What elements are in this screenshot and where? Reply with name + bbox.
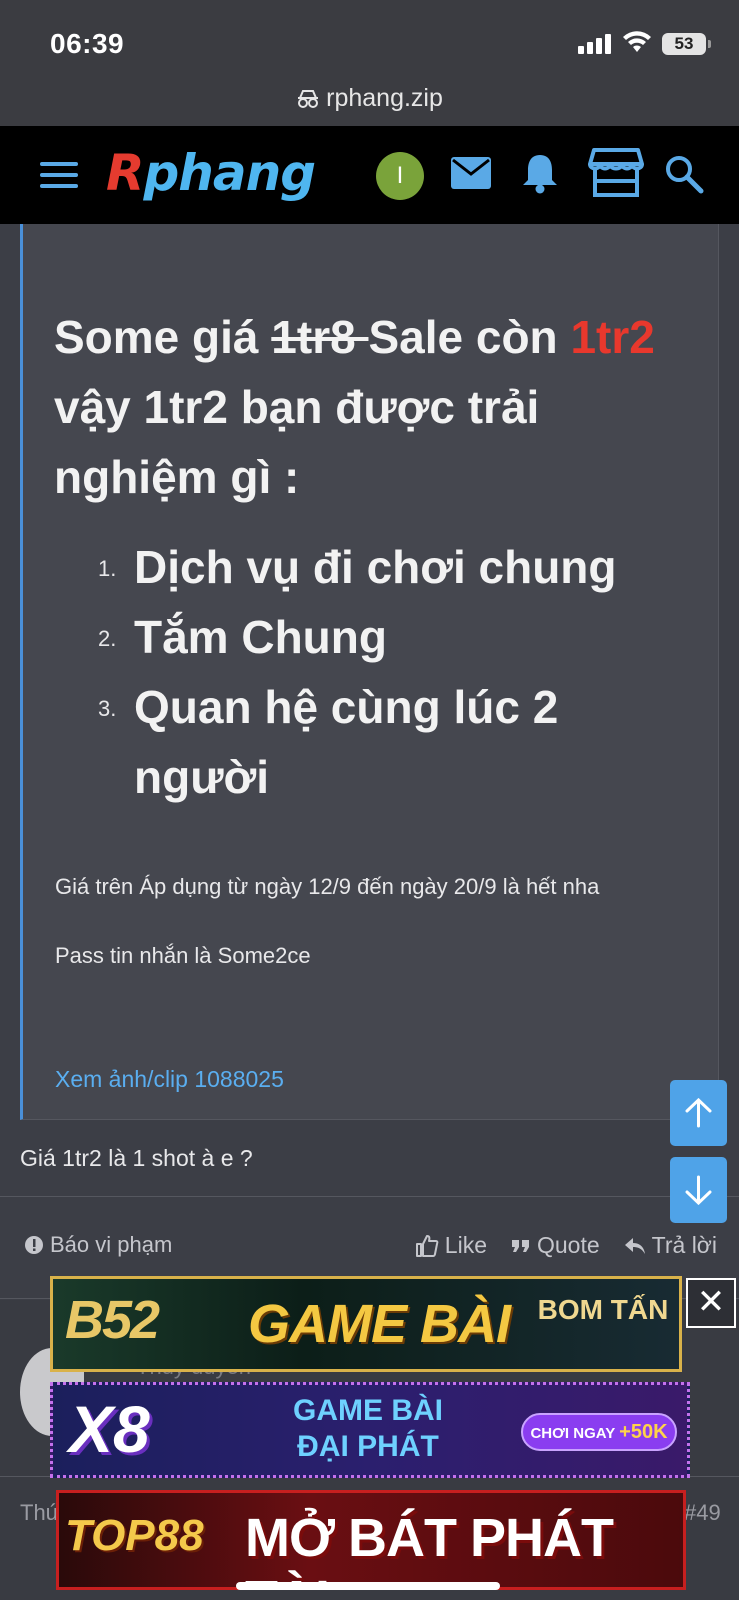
signal-icon — [578, 34, 614, 54]
alert-icon — [25, 1236, 43, 1254]
post-actions: Like Quote Trả lời — [415, 1232, 717, 1259]
home-indicator — [236, 1582, 500, 1590]
price-note: Giá trên Áp dụng từ ngày 12/9 đến ngày 2… — [55, 874, 600, 899]
x8-logo: X8 — [69, 1392, 150, 1466]
mail-icon[interactable] — [450, 156, 492, 190]
status-bar: 06:39 53 — [0, 0, 739, 80]
sale-price: 1tr2 — [570, 311, 655, 363]
list-text: Quan hệ cùng lúc 2 người — [134, 681, 559, 803]
ad-banner-top88[interactable]: TOP88 MỞ BÁT PHÁT TÀI — [56, 1490, 686, 1590]
like-icon — [415, 1234, 439, 1257]
report-label: Báo vi phạm — [50, 1232, 173, 1257]
list-number: 3. — [98, 696, 117, 721]
logo-letter-r: R — [106, 144, 145, 202]
user-avatar[interactable]: I — [376, 152, 424, 200]
list-number: 1. — [98, 556, 117, 581]
ad-banner-x8[interactable]: X8 GAME BÀI ĐẠI PHÁT CHƠI NGAY +50K — [50, 1382, 690, 1478]
x8-main-text: GAME BÀI ĐẠI PHÁT — [243, 1393, 493, 1465]
ad-banner-b52[interactable]: B52 GAME BÀI BOM TẤN — [50, 1276, 682, 1372]
menu-icon[interactable] — [40, 162, 78, 190]
reply-button[interactable]: Trả lời — [624, 1232, 717, 1259]
list-number: 2. — [98, 626, 117, 651]
top88-main-text: MỞ BÁT PHÁT TÀI — [245, 1508, 614, 1587]
post-headline: Some giá 1tr8 Sale còn 1tr2 vậy 1tr2 bạn… — [54, 302, 704, 512]
b52-sub-text: BOM TẤN — [537, 1294, 669, 1325]
b52-logo: B52 — [65, 1290, 160, 1350]
scroll-up-button[interactable] — [670, 1080, 727, 1146]
search-icon[interactable] — [664, 154, 704, 194]
headline-part2: Sale còn — [368, 311, 571, 363]
list-item: 3. Quan hệ cùng lúc 2 người — [54, 672, 704, 812]
list-text: Dịch vụ đi chơi chung — [134, 541, 617, 593]
offer-list: 1. Dịch vụ đi chơi chung 2. Tắm Chung 3. Qu… — [54, 532, 704, 812]
reply-label: Trả lời — [651, 1232, 717, 1258]
headline-part1: Some giá — [54, 311, 272, 363]
list-text: Tắm Chung — [134, 611, 387, 663]
close-ad-button[interactable]: ✕ — [686, 1278, 736, 1328]
top88-logo: TOP88 — [65, 1511, 204, 1560]
status-time: 06:39 — [50, 28, 125, 59]
pass-note: Pass tin nhắn là Some2ce — [55, 943, 311, 968]
scroll-down-button[interactable] — [670, 1157, 727, 1223]
post-number[interactable]: #49 — [684, 1500, 721, 1526]
url-bar[interactable]: rphang.zip — [0, 80, 739, 126]
logo-text: phang — [143, 144, 317, 202]
x8-line1: GAME BÀI — [293, 1394, 443, 1427]
battery-nub — [708, 40, 711, 48]
arrow-up-icon — [685, 1098, 712, 1128]
x8-cta-button[interactable]: CHƠI NGAY +50K — [521, 1413, 677, 1451]
x8-cta-bonus: +50K — [619, 1421, 668, 1443]
site-logo[interactable]: Rphang — [106, 144, 317, 202]
quote-button[interactable]: Quote — [511, 1232, 600, 1259]
next-post-date: Thứ — [20, 1500, 61, 1525]
list-item: 2. Tắm Chung — [54, 602, 704, 672]
list-item: 1. Dịch vụ đi chơi chung — [54, 532, 704, 602]
store-icon[interactable] — [588, 148, 644, 198]
headline-part3: vậy 1tr2 bạn được trải nghiệm gì : — [54, 381, 540, 503]
wifi-icon — [623, 31, 651, 52]
media-link[interactable]: Xem ảnh/clip 1088025 — [55, 1066, 284, 1093]
quote-label: Quote — [537, 1232, 600, 1258]
report-button[interactable]: Báo vi phạm — [24, 1232, 172, 1258]
reply-icon — [624, 1237, 645, 1254]
url-text: rphang.zip — [326, 84, 443, 112]
battery-indicator: 53 — [662, 33, 706, 55]
bell-icon[interactable] — [520, 152, 560, 194]
x8-cta-text: CHƠI NGAY — [530, 1425, 615, 1442]
reply-text: Giá 1tr2 là 1 shot à e ? — [20, 1145, 253, 1171]
like-button[interactable]: Like — [415, 1232, 487, 1259]
arrow-down-icon — [685, 1175, 712, 1205]
divider — [0, 1196, 739, 1197]
lock-icon — [298, 89, 319, 108]
url-display[interactable]: rphang.zip — [296, 84, 443, 113]
x8-line2: ĐẠI PHÁT — [297, 1430, 439, 1463]
like-label: Like — [444, 1232, 487, 1258]
quote-icon — [512, 1239, 529, 1252]
site-header: Rphang I — [0, 126, 739, 224]
old-price: 1tr8 — [271, 311, 369, 363]
b52-main-text: GAME BÀI — [248, 1294, 511, 1354]
